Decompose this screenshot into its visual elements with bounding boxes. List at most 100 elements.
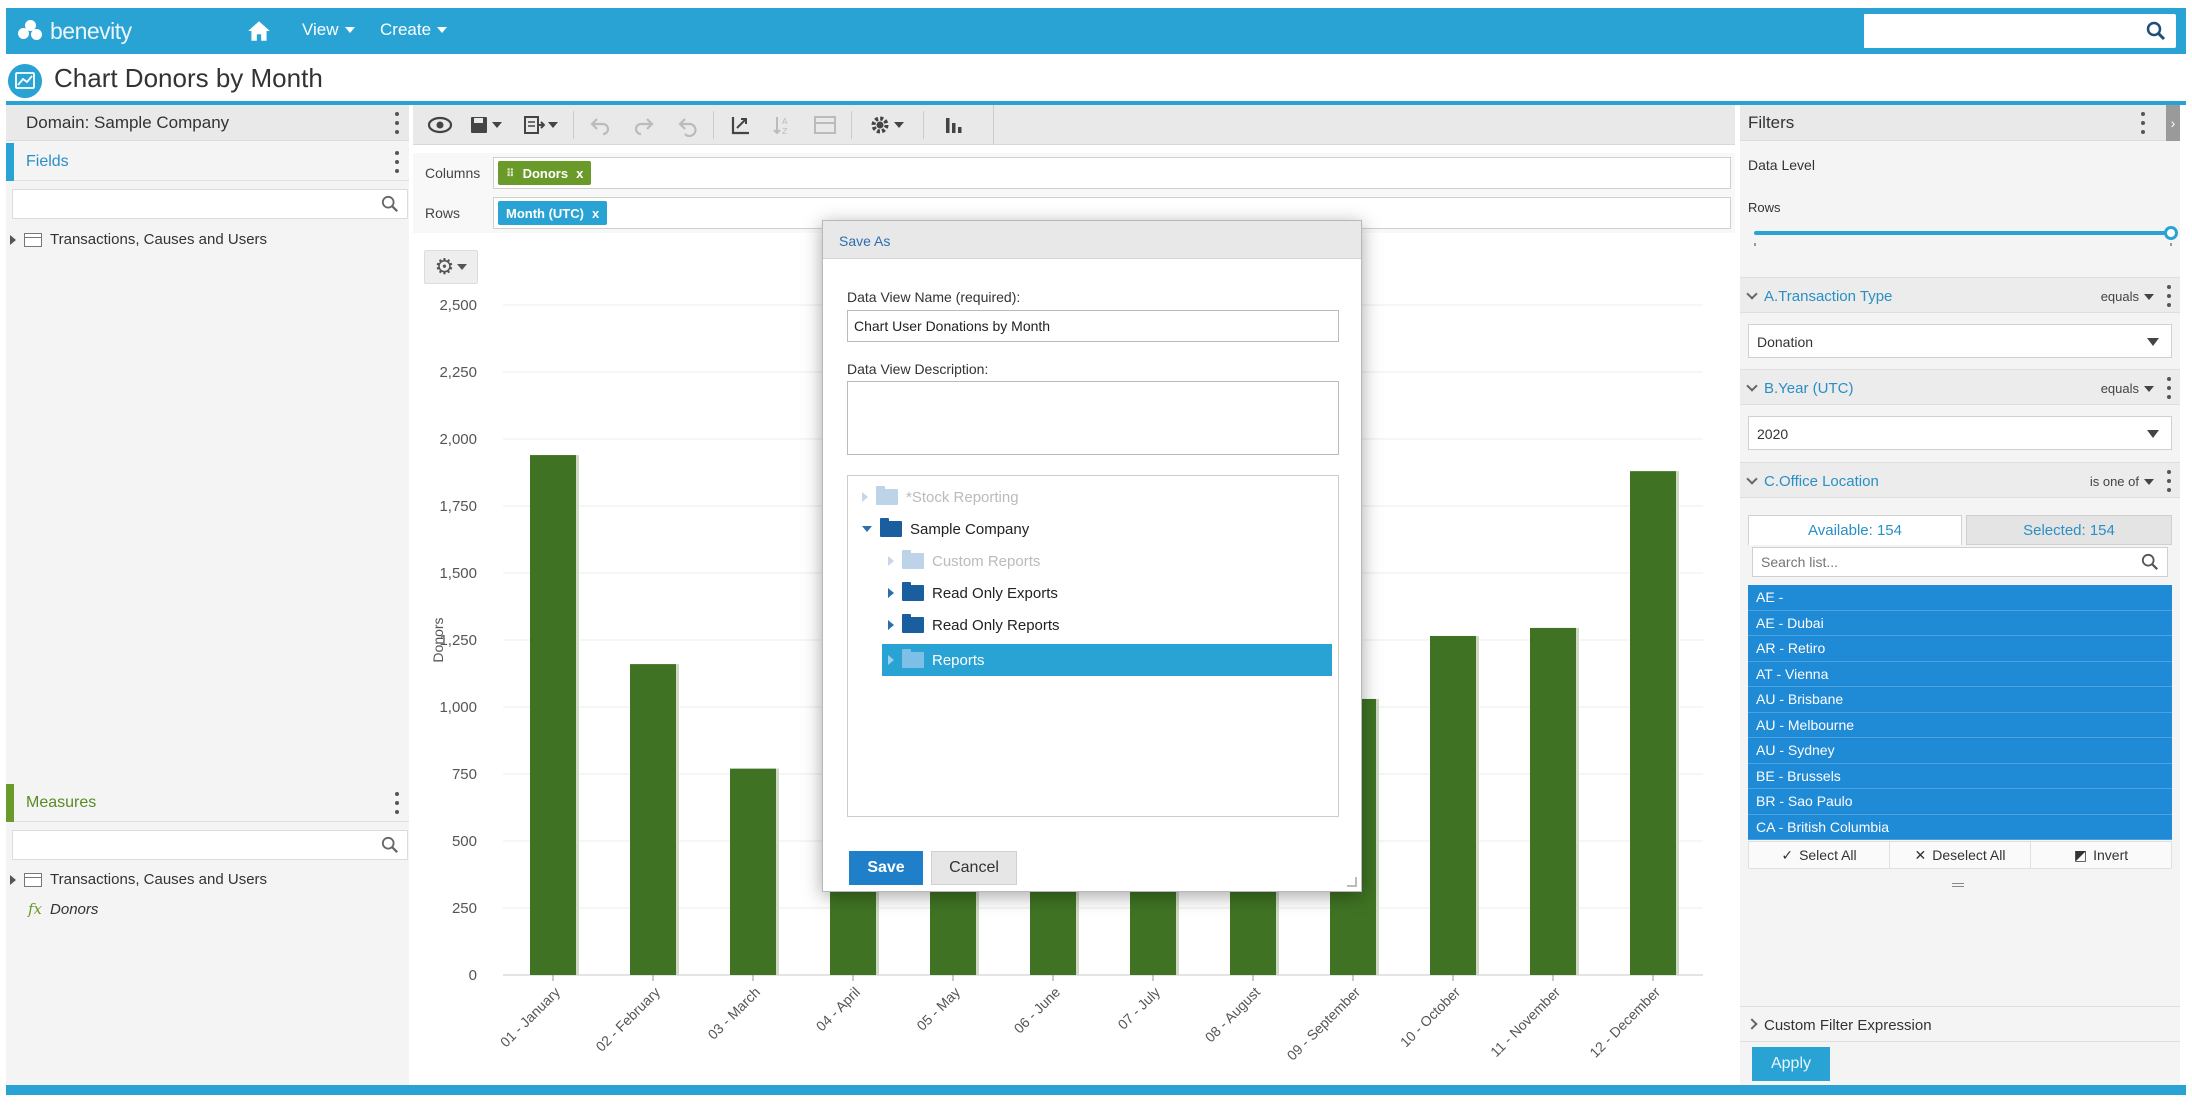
filter-c-operator[interactable]: is one of bbox=[2090, 474, 2154, 489]
expand-arrow-icon[interactable] bbox=[888, 655, 894, 665]
table-view-icon[interactable] bbox=[813, 113, 837, 137]
collapse-chevron-icon[interactable] bbox=[1746, 473, 1758, 485]
folder-reports[interactable]: Reports bbox=[888, 645, 985, 675]
filter-b-header[interactable]: B.Year (UTC) equals bbox=[1740, 369, 2180, 405]
more-options-icon[interactable] bbox=[2166, 285, 2172, 307]
expand-arrow-icon[interactable] bbox=[10, 234, 16, 245]
collapse-panel-icon[interactable]: › bbox=[2166, 105, 2180, 141]
dialog-header[interactable]: Save As bbox=[823, 221, 1361, 259]
list-item[interactable]: AU - Sydney bbox=[1748, 738, 2172, 764]
undo-all-icon[interactable] bbox=[677, 113, 699, 137]
filter-b-select[interactable]: 2020 bbox=[1748, 416, 2172, 450]
bar-chart-icon[interactable] bbox=[943, 113, 965, 137]
measures-search-input[interactable] bbox=[12, 830, 408, 860]
collapse-chevron-icon[interactable] bbox=[1746, 380, 1758, 392]
expand-arrow-icon[interactable] bbox=[888, 588, 894, 598]
settings-menu-button[interactable] bbox=[869, 113, 904, 137]
filter-a-select[interactable]: Donation bbox=[1748, 324, 2172, 358]
resize-grip-icon[interactable] bbox=[1347, 877, 1357, 887]
columns-drop-zone[interactable]: ⠿ Donors x bbox=[493, 157, 1731, 189]
list-item[interactable]: AR - Retiro bbox=[1748, 636, 2172, 662]
cancel-button[interactable]: Cancel bbox=[931, 851, 1017, 885]
slider-handle[interactable] bbox=[2164, 226, 2178, 240]
global-search-input[interactable] bbox=[1864, 14, 2134, 48]
search-icon[interactable] bbox=[381, 195, 399, 213]
data-level-slider[interactable] bbox=[1754, 231, 2170, 235]
list-item[interactable]: CA - British Columbia bbox=[1748, 814, 2172, 840]
folder-read-only-exports[interactable]: Read Only Exports bbox=[888, 578, 1058, 608]
list-item[interactable]: AE - Dubai bbox=[1748, 610, 2172, 636]
more-options-icon[interactable] bbox=[2140, 112, 2146, 134]
measures-tree-item[interactable]: Transactions, Causes and Users bbox=[10, 871, 267, 888]
filter-c-header[interactable]: C.Office Location is one of bbox=[1740, 462, 2180, 498]
sort-icon[interactable]: AZ bbox=[771, 113, 793, 137]
expand-arrow-icon[interactable] bbox=[888, 620, 894, 630]
list-search-input[interactable] bbox=[1753, 548, 2123, 576]
collapse-chevron-icon[interactable] bbox=[1746, 288, 1758, 300]
folder-read-only-reports[interactable]: Read Only Reports bbox=[888, 610, 1060, 640]
more-options-icon[interactable] bbox=[2166, 377, 2172, 399]
apply-button[interactable]: Apply bbox=[1752, 1047, 1830, 1081]
folder-sample-company[interactable]: Sample Company bbox=[862, 514, 1029, 544]
list-item[interactable]: BR - Sao Paulo bbox=[1748, 789, 2172, 815]
view-description-input[interactable] bbox=[847, 381, 1339, 455]
chart-settings-button[interactable]: ⚙ bbox=[424, 250, 478, 284]
folder-stock-reporting[interactable]: *Stock Reporting bbox=[862, 482, 1019, 512]
folder-custom-reports[interactable]: Custom Reports bbox=[888, 546, 1040, 576]
more-options-icon[interactable] bbox=[394, 112, 400, 134]
expand-arrow-icon[interactable] bbox=[10, 874, 16, 885]
more-options-icon[interactable] bbox=[394, 792, 400, 814]
deselect-all-button[interactable]: ✕ Deselect All bbox=[1890, 842, 2031, 868]
dropdown-arrow-icon bbox=[2147, 338, 2159, 346]
expand-arrow-icon[interactable] bbox=[888, 556, 894, 566]
fields-search-input[interactable] bbox=[12, 189, 408, 219]
pivot-icon[interactable] bbox=[729, 113, 753, 137]
collapse-arrow-icon[interactable] bbox=[862, 526, 872, 532]
save-menu-button[interactable] bbox=[469, 113, 502, 137]
measures-section-header[interactable]: Measures bbox=[6, 784, 409, 822]
fields-tree-item[interactable]: Transactions, Causes and Users bbox=[10, 231, 267, 248]
expand-chevron-icon[interactable] bbox=[1746, 1018, 1758, 1030]
search-icon[interactable] bbox=[2146, 21, 2166, 41]
list-item[interactable]: AE - bbox=[1748, 585, 2172, 611]
search-icon[interactable] bbox=[2141, 553, 2159, 571]
folder-icon bbox=[902, 614, 924, 633]
brand-logo[interactable]: benevity bbox=[18, 17, 132, 45]
resize-handle-icon[interactable] bbox=[1952, 883, 1964, 887]
search-icon[interactable] bbox=[381, 836, 399, 854]
export-menu-button[interactable] bbox=[523, 113, 558, 137]
preview-eye-icon[interactable] bbox=[427, 113, 453, 137]
redo-icon[interactable] bbox=[633, 113, 655, 137]
undo-icon[interactable] bbox=[589, 113, 611, 137]
columns-pill-donors[interactable]: ⠿ Donors x bbox=[498, 161, 592, 185]
drag-handle-icon[interactable]: ⠿ bbox=[506, 167, 515, 180]
create-menu[interactable]: Create bbox=[380, 20, 448, 40]
invert-button[interactable]: ◩ Invert bbox=[2031, 842, 2171, 868]
rows-pill-month[interactable]: Month (UTC) x bbox=[498, 201, 608, 225]
more-options-icon[interactable] bbox=[394, 151, 400, 173]
list-item[interactable]: AU - Brisbane bbox=[1748, 687, 2172, 713]
data-level-value: Rows bbox=[1748, 200, 1781, 215]
list-item[interactable]: AT - Vienna bbox=[1748, 661, 2172, 687]
filter-a-operator[interactable]: equals bbox=[2101, 289, 2154, 304]
select-all-button[interactable]: ✓ Select All bbox=[1749, 842, 1890, 868]
measure-item-donors[interactable]: fx Donors bbox=[10, 900, 98, 918]
tab-selected[interactable]: Selected: 154 bbox=[1966, 515, 2172, 545]
remove-pill-icon[interactable]: x bbox=[592, 206, 599, 221]
filter-a-header[interactable]: A.Transaction Type equals bbox=[1740, 277, 2180, 313]
list-item[interactable]: BE - Brussels bbox=[1748, 763, 2172, 789]
save-button[interactable]: Save bbox=[849, 851, 923, 885]
more-options-icon[interactable] bbox=[2166, 470, 2172, 492]
tab-available[interactable]: Available: 154 bbox=[1748, 515, 1962, 545]
view-menu-label: View bbox=[302, 20, 339, 39]
view-menu[interactable]: View bbox=[302, 20, 355, 40]
home-icon[interactable] bbox=[246, 18, 272, 44]
domain-header[interactable]: Domain: Sample Company bbox=[6, 105, 409, 141]
view-name-input[interactable] bbox=[847, 310, 1339, 342]
remove-pill-icon[interactable]: x bbox=[576, 166, 583, 181]
custom-filter-header[interactable]: Custom Filter Expression bbox=[1740, 1006, 2180, 1042]
expand-arrow-icon[interactable] bbox=[862, 492, 868, 502]
filter-b-operator[interactable]: equals bbox=[2101, 381, 2154, 396]
fields-section-header[interactable]: Fields bbox=[6, 143, 409, 181]
list-item[interactable]: AU - Melbourne bbox=[1748, 712, 2172, 738]
